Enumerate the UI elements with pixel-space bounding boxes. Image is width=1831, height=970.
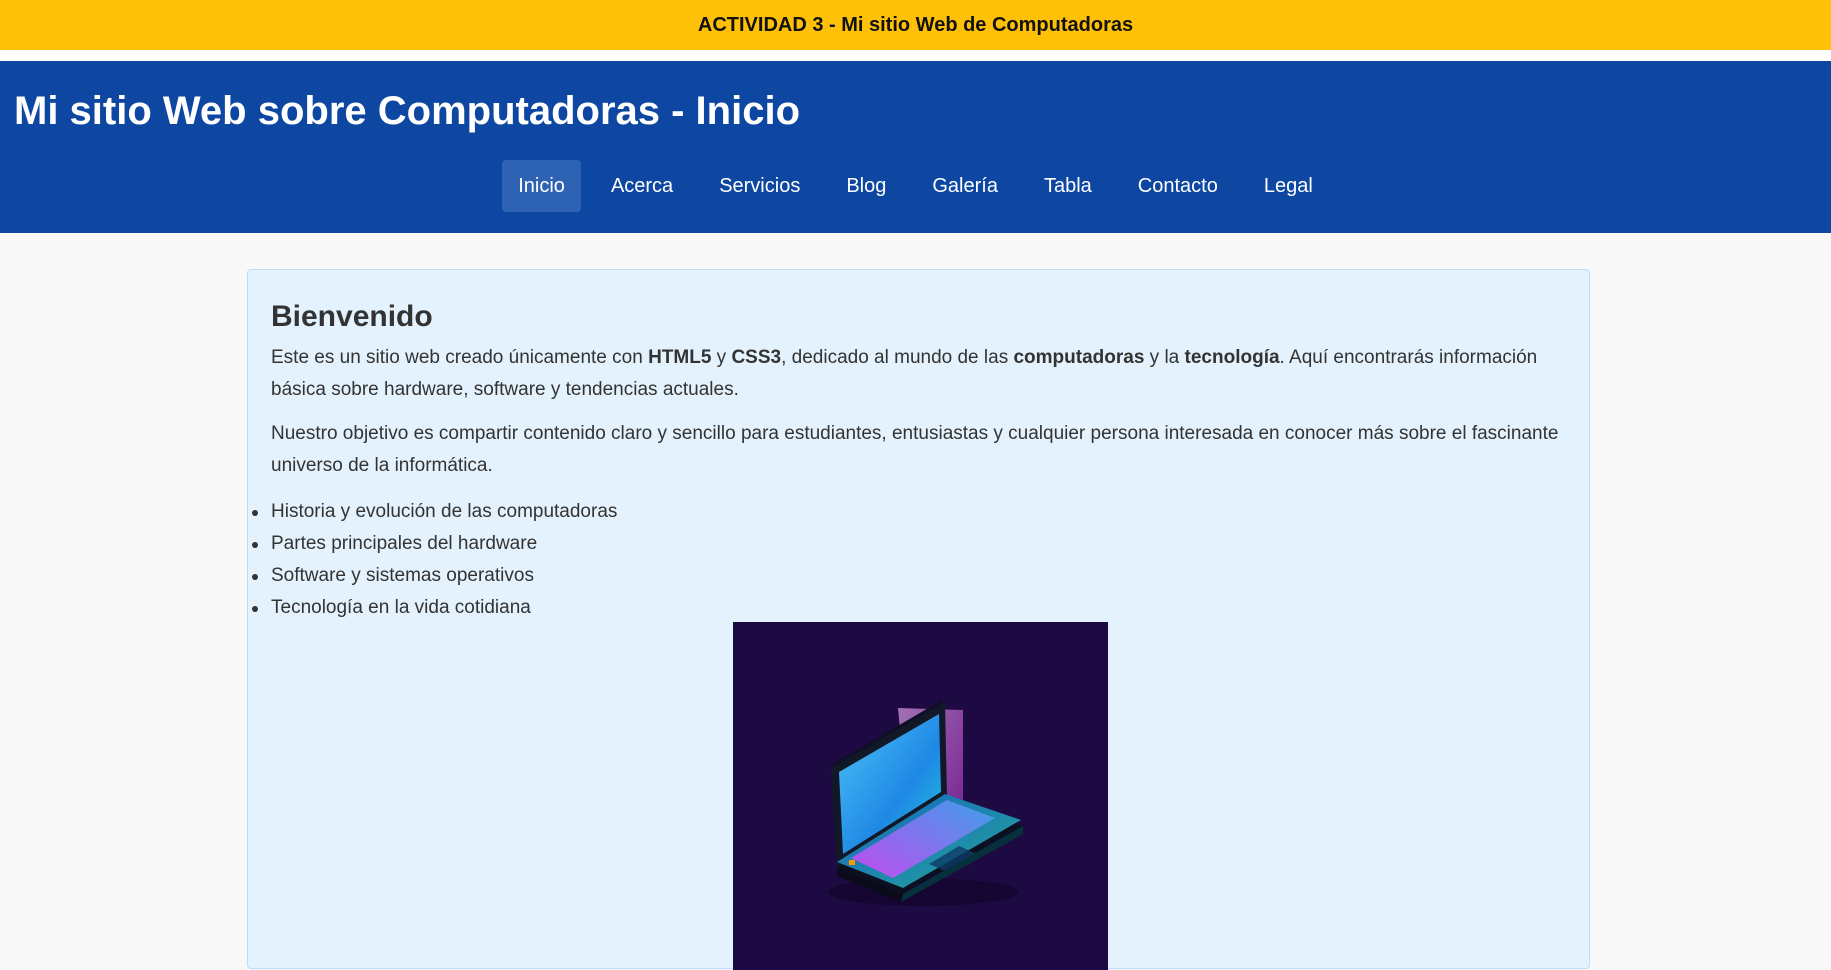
laptop-image <box>733 622 1108 970</box>
nav-item-tabla[interactable]: Tabla <box>1028 160 1108 212</box>
intro-text-3: , dedicado al mundo de las <box>781 347 1014 368</box>
welcome-section: Bienvenido Este es un sitio web creado ú… <box>247 269 1590 970</box>
intro-tecnologia: tecnología <box>1184 347 1280 368</box>
intro-computadoras: computadoras <box>1013 347 1145 368</box>
intro-html5: HTML5 <box>648 347 712 368</box>
list-item: Historia y evolución de las computadoras <box>251 496 617 528</box>
intro-text-2: y <box>711 347 732 368</box>
activity-banner: ACTIVIDAD 3 - Mi sitio Web de Computador… <box>0 0 1831 50</box>
objective-paragraph: Nuestro objetivo es compartir contenido … <box>271 423 1559 476</box>
site-title: Mi sitio Web sobre Computadoras - Inicio <box>14 89 800 133</box>
intro-paragraph: Este es un sitio web creado únicamente c… <box>271 342 1561 406</box>
site-header: Mi sitio Web sobre Computadoras - Inicio… <box>0 61 1831 233</box>
nav-item-galeria[interactable]: Galería <box>916 160 1014 212</box>
main-nav: Inicio Acerca Servicios Blog Galería Tab… <box>0 160 1831 212</box>
nav-item-inicio[interactable]: Inicio <box>502 160 581 212</box>
intro-css3: CSS3 <box>731 347 782 368</box>
intro-text-1: Este es un sitio web creado únicamente c… <box>271 347 649 368</box>
nav-item-blog[interactable]: Blog <box>830 160 902 212</box>
header-separator <box>0 50 1831 61</box>
list-item: Partes principales del hardware <box>251 528 617 560</box>
nav-item-legal[interactable]: Legal <box>1248 160 1329 212</box>
welcome-heading: Bienvenido <box>271 300 433 333</box>
features-list: Historia y evolución de las computadoras… <box>251 496 617 624</box>
list-item: Software y sistemas operativos <box>251 560 617 592</box>
nav-item-contacto[interactable]: Contacto <box>1122 160 1234 212</box>
list-item: Tecnología en la vida cotidiana <box>251 592 617 624</box>
nav-item-servicios[interactable]: Servicios <box>703 160 816 212</box>
intro-text-4: y la <box>1144 347 1185 368</box>
nav-item-acerca[interactable]: Acerca <box>595 160 689 212</box>
activity-banner-text: ACTIVIDAD 3 - Mi sitio Web de Computador… <box>697 13 1134 36</box>
laptop-icon <box>828 700 1023 906</box>
